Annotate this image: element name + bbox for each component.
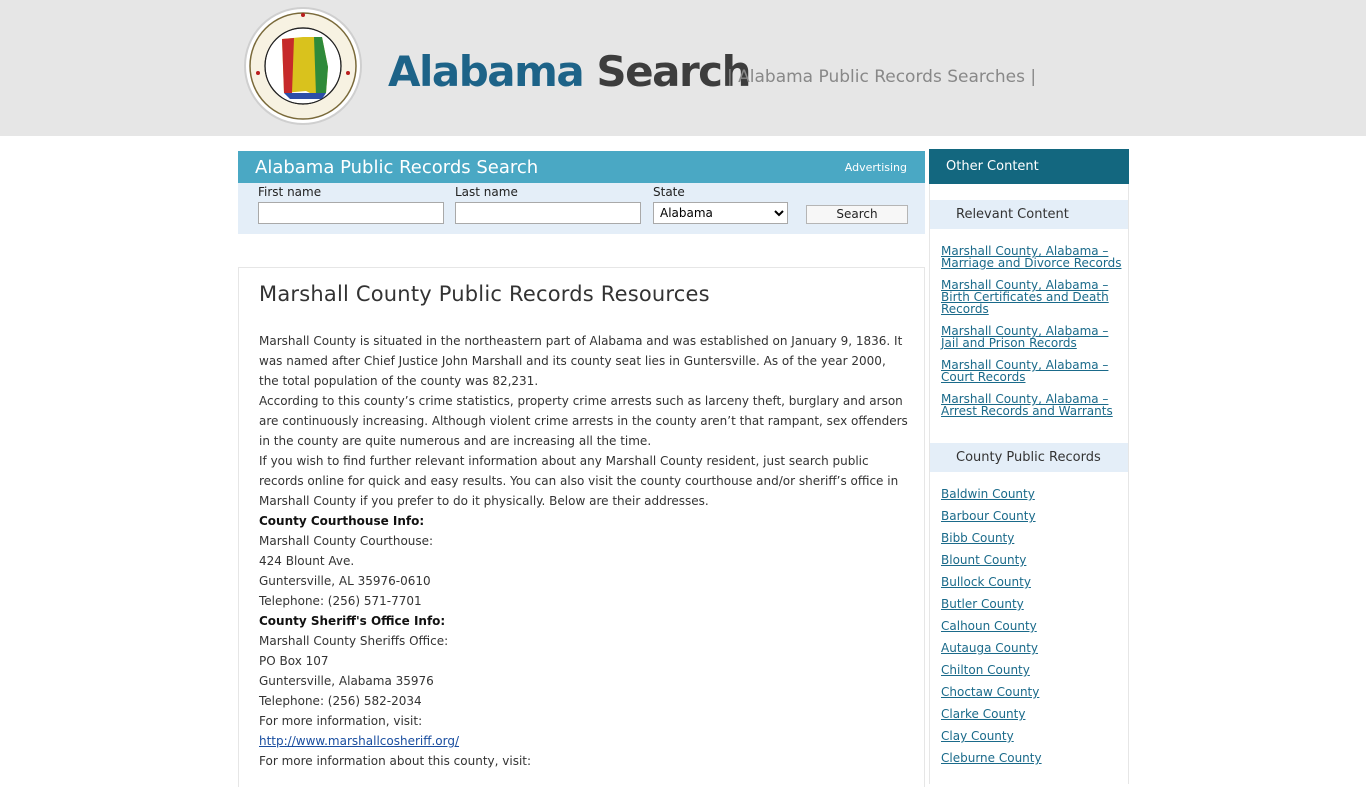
county-link[interactable]: Calhoun County	[941, 618, 1126, 634]
advertising-link[interactable]: Advertising	[845, 161, 907, 175]
main-content: Marshall County Public Records Resources…	[238, 267, 925, 787]
relevant-link-court[interactable]: Marshall County, Alabama – Court Records	[941, 359, 1126, 383]
courthouse-line: 424 Blount Ave.	[259, 554, 355, 568]
county-link[interactable]: Clarke County	[941, 706, 1126, 722]
link-line: Records	[941, 302, 989, 316]
site-logo[interactable]: Alabama Search	[388, 44, 751, 100]
search-panel-title: Alabama Public Records Search	[255, 157, 539, 178]
courthouse-heading: County Courthouse Info:	[259, 514, 425, 528]
search-panel-header: Alabama Public Records Search Advertisin…	[238, 151, 925, 183]
county-link[interactable]: Cleburne County	[941, 750, 1126, 766]
county-link[interactable]: Chilton County	[941, 662, 1126, 678]
page-title: Marshall County Public Records Resources	[259, 282, 710, 306]
link-line: Arrest Records and Warrants	[941, 404, 1113, 418]
sheriff-website-link[interactable]: http://www.marshallcosheriff.org/	[259, 734, 459, 748]
paragraph-crime: According to this county’s crime statist…	[259, 394, 908, 448]
relevant-content-title: Relevant Content	[930, 200, 1128, 229]
last-name-group: Last name	[455, 185, 641, 224]
sidebar-header: Other Content	[929, 149, 1129, 184]
first-name-group: First name	[258, 185, 444, 224]
relevant-link-birth-death[interactable]: Marshall County, Alabama – Birth Certific…	[941, 279, 1126, 315]
article-body: Marshall County is situated in the north…	[259, 331, 909, 771]
county-link[interactable]: Butler County	[941, 596, 1126, 612]
county-link[interactable]: Clay County	[941, 728, 1126, 744]
more-info-county-text: For more information about this county, …	[259, 754, 532, 768]
state-group: State Alabama	[653, 185, 788, 224]
sheriff-heading: County Sheriff's Office Info:	[259, 614, 446, 628]
state-label: State	[653, 185, 685, 199]
last-name-input[interactable]	[455, 202, 641, 224]
county-link[interactable]: Bibb County	[941, 530, 1126, 546]
site-tagline: | Alabama Public Records Searches |	[727, 67, 1037, 87]
courthouse-line: Guntersville, AL 35976-0610	[259, 574, 431, 588]
county-records-title: County Public Records	[930, 443, 1128, 472]
relevant-link-arrest[interactable]: Marshall County, Alabama – Arrest Records…	[941, 393, 1126, 417]
search-form: First name Last name State Alabama Searc…	[238, 183, 925, 234]
county-link[interactable]: Autauga County	[941, 640, 1126, 656]
county-link[interactable]: Bullock County	[941, 574, 1126, 590]
county-link[interactable]: Barbour County	[941, 508, 1126, 524]
sidebar: Relevant Content Marshall County, Alabam…	[929, 184, 1129, 784]
paragraph-search: If you wish to find further relevant inf…	[259, 454, 899, 508]
state-seal-icon[interactable]	[244, 7, 362, 125]
logo-alabama: Alabama	[388, 47, 585, 96]
relevant-links-list: Marshall County, Alabama – Marriage and D…	[941, 245, 1126, 427]
search-button[interactable]: Search	[806, 205, 908, 224]
courthouse-line: Telephone: (256) 571-7701	[259, 594, 422, 608]
relevant-link-marriage[interactable]: Marshall County, Alabama – Marriage and D…	[941, 245, 1126, 269]
link-line: Marriage and Divorce Records	[941, 256, 1122, 270]
last-name-label: Last name	[455, 185, 518, 199]
paragraph-intro: Marshall County is situated in the north…	[259, 334, 903, 388]
sheriff-line: Marshall County Sheriffs Office:	[259, 634, 449, 648]
relevant-link-jail[interactable]: Marshall County, Alabama – Jail and Priso…	[941, 325, 1126, 349]
sheriff-line: Telephone: (256) 582-2034	[259, 694, 422, 708]
more-info-text: For more information, visit:	[259, 714, 423, 728]
state-select[interactable]: Alabama	[653, 202, 788, 224]
sheriff-line: Guntersville, Alabama 35976	[259, 674, 434, 688]
link-line: Jail and Prison Records	[941, 336, 1077, 350]
county-link[interactable]: Baldwin County	[941, 486, 1126, 502]
first-name-label: First name	[258, 185, 322, 199]
county-link[interactable]: Blount County	[941, 552, 1126, 568]
site-header: Alabama Search | Alabama Public Records …	[0, 0, 1366, 136]
first-name-input[interactable]	[258, 202, 444, 224]
link-line: Court Records	[941, 370, 1026, 384]
county-links-list: Baldwin County Barbour County Bibb Count…	[941, 486, 1126, 772]
sheriff-line: PO Box 107	[259, 654, 329, 668]
county-link[interactable]: Choctaw County	[941, 684, 1126, 700]
courthouse-line: Marshall County Courthouse:	[259, 534, 434, 548]
